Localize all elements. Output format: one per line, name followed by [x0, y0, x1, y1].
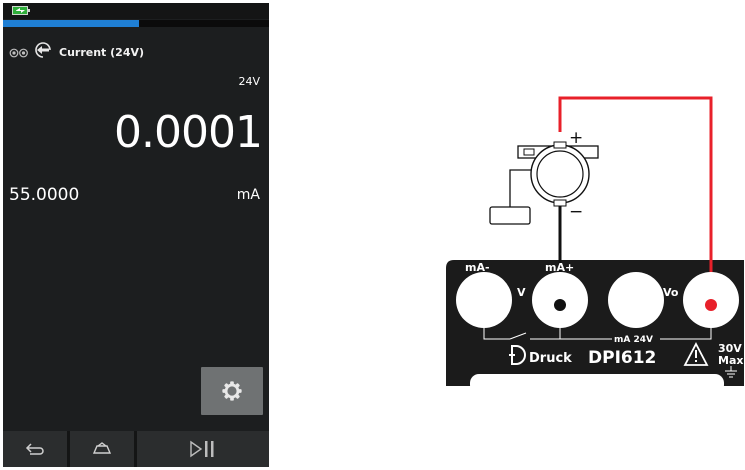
back-icon — [25, 443, 44, 455]
voltage-label: 24V — [238, 75, 260, 88]
brand-name: Druck — [529, 351, 572, 366]
label-ma-minus: mA- — [465, 261, 490, 274]
plus-sign: + — [569, 128, 583, 148]
device-screen: Current (24V) 24V 0.0001 55.0000 mA — [3, 3, 269, 467]
back-button[interactable] — [3, 431, 67, 467]
function-row[interactable]: Current (24V) — [9, 42, 145, 62]
gear-icon — [222, 381, 242, 401]
bottom-bar — [3, 431, 269, 467]
black-plug — [554, 299, 566, 311]
settings-button[interactable] — [201, 367, 263, 415]
home-button[interactable] — [70, 431, 134, 467]
label-ma-24v: mA 24V — [614, 335, 653, 345]
label-vo: Vo — [663, 286, 679, 299]
loop-device: + − — [489, 128, 599, 225]
source-arrow-icon — [34, 42, 52, 62]
panel-slot — [470, 374, 724, 390]
minus-sign: − — [569, 202, 583, 222]
red-plug — [705, 299, 717, 311]
model-name: DPI612 — [588, 348, 656, 368]
play-pause-icon — [190, 440, 214, 458]
dual-circle-icon — [9, 43, 29, 62]
secondary-reading: 55.0000 — [9, 185, 80, 205]
function-label: Current (24V) — [59, 45, 145, 59]
terminal-ma-minus — [456, 272, 512, 328]
home-icon — [92, 442, 112, 454]
unit-label: mA — [236, 187, 260, 203]
label-ma-plus: mA+ — [545, 261, 574, 274]
max-label: Max — [718, 354, 743, 367]
wiring-diagram: + − mA- mA+ V Vo mA 24V Druck DPI612 30V… — [446, 96, 744, 390]
label-v: V — [517, 286, 526, 299]
progress-fill — [3, 20, 139, 27]
battery-charging-icon — [12, 6, 30, 15]
status-bar — [3, 3, 269, 19]
primary-reading: 0.0001 — [114, 107, 263, 158]
terminal-v — [608, 272, 664, 328]
play-pause-button[interactable] — [137, 431, 269, 467]
progress-bar — [3, 20, 269, 27]
